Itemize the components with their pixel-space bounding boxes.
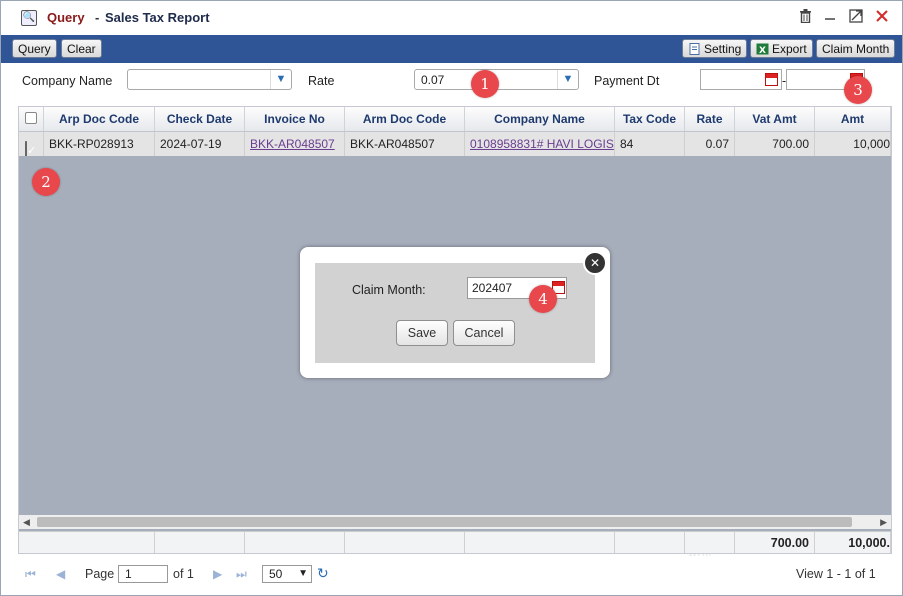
sales-tax-report-window: AMAS.BKK.Admin 2024-10 AMAS.BKK.Admin 20… — [0, 0, 903, 596]
row-select-cell — [19, 132, 44, 156]
magnifier-app-icon: 🔍 — [21, 10, 37, 26]
last-page-icon[interactable]: ⏭ — [236, 567, 247, 582]
setting-button-label: Setting — [704, 42, 742, 56]
query-button[interactable]: Query — [12, 39, 57, 58]
row-checkbox[interactable] — [25, 141, 27, 156]
scroll-right-icon[interactable]: ▶ — [880, 515, 887, 529]
totals-spacer — [155, 532, 245, 553]
cell-rate: 0.07 — [685, 132, 735, 156]
rate-label: Rate — [308, 74, 335, 88]
cancel-button[interactable]: Cancel — [453, 320, 515, 346]
clear-button[interactable]: Clear — [61, 39, 102, 58]
total-amt: 10,000. — [815, 532, 891, 553]
column-header-tax-code[interactable]: Tax Code — [615, 107, 685, 131]
excel-icon: X — [756, 42, 769, 56]
totals-spacer — [615, 532, 685, 553]
maximize-icon[interactable] — [847, 9, 865, 27]
setting-button[interactable]: Setting — [682, 39, 748, 58]
annotation-marker: 3 — [844, 76, 872, 104]
close-icon[interactable]: ✕ — [583, 251, 607, 275]
window-title-separator: - — [95, 10, 100, 25]
company-name-label: Company Name — [22, 74, 113, 88]
totals-spacer — [345, 532, 465, 553]
page-size-select[interactable]: 50 ▼ — [262, 565, 312, 583]
company-name-link[interactable]: 0108958831# HAVI LOGIS — [465, 132, 615, 156]
minimize-icon[interactable] — [821, 9, 839, 27]
column-header-amt[interactable]: Amt — [815, 107, 891, 131]
grid-header: Arp Doc Code Check Date Invoice No Arm D… — [19, 107, 891, 132]
annotation-marker: 2 — [32, 168, 60, 196]
close-icon[interactable] — [873, 9, 891, 27]
window-title: Sales Tax Report — [105, 10, 210, 25]
claim-month-dialog: Claim Month: 202407 Save Cancel ✕ — [300, 247, 610, 378]
column-header-arm-doc-code[interactable]: Arm Doc Code — [345, 107, 465, 131]
cell-arm-doc-code: BKK-AR048507 — [345, 132, 465, 156]
select-all-header — [19, 107, 44, 131]
refresh-icon[interactable]: ↻ — [317, 565, 329, 582]
column-header-vat-amt[interactable]: Vat Amt — [735, 107, 815, 131]
totals-spacer — [19, 532, 155, 553]
page-size-value: 50 — [269, 567, 283, 581]
pager: ⏮ ◀ Page 1 of 1 ▶ ⏭ 50 ▼ ↻ View 1 - 1 of… — [1, 556, 902, 594]
toolbar: Query Clear Setting X Export Claim Month — [1, 35, 902, 63]
cell-check-date: 2024-07-19 — [155, 132, 245, 156]
chevron-down-icon[interactable]: ▼ — [270, 70, 291, 89]
payment-dt-from-input[interactable] — [700, 69, 782, 90]
first-page-icon[interactable]: ⏮ — [25, 567, 36, 582]
trash-icon[interactable] — [796, 9, 814, 27]
column-header-check-date[interactable]: Check Date — [155, 107, 245, 131]
scroll-left-icon[interactable]: ◀ — [23, 515, 30, 529]
rate-value: 0.07 — [421, 73, 445, 87]
save-button[interactable]: Save — [396, 320, 448, 346]
horizontal-scrollbar[interactable]: ◀ ▶ — [19, 515, 891, 529]
scrollbar-thumb[interactable] — [37, 517, 852, 527]
column-header-invoice-no[interactable]: Invoice No — [245, 107, 345, 131]
totals-spacer — [685, 532, 735, 553]
cell-tax-code: 84 — [615, 132, 685, 156]
chevron-down-icon: ▼ — [298, 568, 308, 579]
export-button-label: Export — [772, 42, 807, 56]
view-range-text: View 1 - 1 of 1 — [796, 567, 876, 581]
export-button[interactable]: X Export — [750, 39, 813, 58]
filter-bar: Company Name ▼ Rate 0.07 ▼ Payment Dt - — [1, 63, 902, 103]
company-name-select[interactable]: ▼ — [127, 69, 292, 90]
column-header-company-name[interactable]: Company Name — [465, 107, 615, 131]
invoice-no-link[interactable]: BKK-AR048507 — [245, 132, 345, 156]
page-count-label: of 1 — [173, 567, 194, 581]
page-label: Page — [85, 567, 115, 581]
table-row[interactable]: BKK-RP028913 2024-07-19 BKK-AR048507 BKK… — [19, 132, 891, 156]
dialog-body: Claim Month: 202407 Save Cancel — [315, 263, 595, 363]
cell-amt: 10,000 — [815, 132, 891, 156]
totals-row: 700.00 10,000. — [19, 531, 891, 553]
annotation-marker: 1 — [471, 70, 499, 98]
calendar-icon[interactable] — [765, 73, 778, 86]
window-title-mode: Query — [47, 10, 85, 25]
cell-arp-doc-code: BKK-RP028913 — [44, 132, 155, 156]
select-all-checkbox[interactable] — [25, 112, 37, 124]
next-page-icon[interactable]: ▶ — [213, 567, 222, 581]
document-icon — [688, 42, 701, 55]
totals-spacer — [245, 532, 345, 553]
claim-month-label: Claim Month: — [352, 283, 426, 297]
column-header-rate[interactable]: Rate — [685, 107, 735, 131]
annotation-marker: 4 — [529, 285, 557, 313]
page-number-input[interactable]: 1 — [118, 565, 168, 583]
claim-month-button[interactable]: Claim Month — [816, 39, 896, 58]
title-bar: 🔍 Query - Sales Tax Report — [1, 1, 902, 35]
cell-vat-amt: 700.00 — [735, 132, 815, 156]
total-vat-amt: 700.00 — [735, 532, 815, 553]
payment-dt-label: Payment Dt — [594, 74, 660, 88]
previous-page-icon[interactable]: ◀ — [56, 567, 65, 581]
chevron-down-icon[interactable]: ▼ — [557, 70, 578, 89]
svg-text:X: X — [759, 46, 766, 55]
column-header-arp-doc-code[interactable]: Arp Doc Code — [44, 107, 155, 131]
totals-spacer — [465, 532, 615, 553]
